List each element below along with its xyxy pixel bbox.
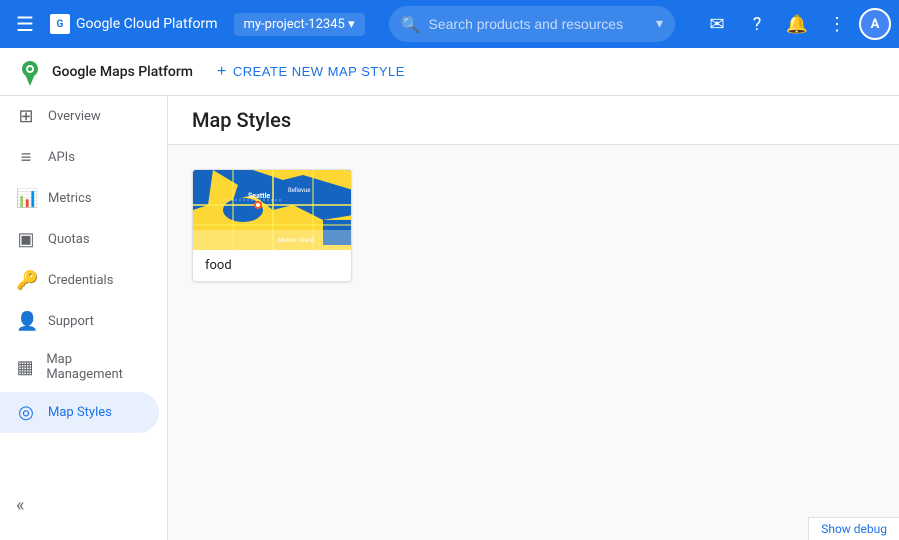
overview-icon: ⊞ — [16, 106, 36, 127]
debug-label: Show debug — [821, 522, 887, 536]
project-dropdown-icon: ▾ — [348, 17, 355, 32]
sidebar-label-metrics: Metrics — [48, 191, 92, 206]
sidebar-collapse-button[interactable]: « — [0, 487, 40, 524]
map-styles-icon: ◎ — [16, 402, 36, 423]
topbar-actions: ✉ ? 🔔 ⋮ A — [699, 6, 891, 42]
sidebar-item-map-styles[interactable]: ◎ Map Styles — [0, 392, 159, 433]
topbar: ☰ G Google Cloud Platform my-project-123… — [0, 0, 899, 48]
notifications-icon-button[interactable]: 🔔 — [779, 6, 815, 42]
map-card-label: food — [193, 250, 351, 281]
app-logo: G Google Cloud Platform — [50, 14, 218, 34]
sidebar-item-overview[interactable]: ⊞ Overview — [0, 96, 159, 137]
main-content: Map Styles — [168, 96, 899, 540]
quotas-icon: ▣ — [16, 229, 36, 250]
sidebar-item-metrics[interactable]: 📊 Metrics — [0, 178, 159, 219]
support-icon: 👤 — [16, 311, 36, 332]
email-icon-button[interactable]: ✉ — [699, 6, 735, 42]
map-management-icon: ▦ — [16, 357, 34, 378]
svg-text:Bellevue: Bellevue — [288, 187, 310, 194]
subheader: Google Maps Platform + CREATE NEW MAP ST… — [0, 48, 899, 96]
svg-text:Mercer Island: Mercer Island — [278, 237, 314, 244]
search-input[interactable] — [429, 16, 652, 32]
credentials-icon: 🔑 — [16, 270, 36, 291]
sidebar-item-quotas[interactable]: ▣ Quotas — [0, 219, 159, 260]
maps-logo-icon — [16, 58, 44, 86]
sidebar-label-quotas: Quotas — [48, 232, 90, 247]
page-header: Map Styles — [168, 96, 899, 145]
metrics-icon: 📊 — [16, 188, 36, 209]
map-styles-grid: Seattle Bellevue Mercer Island food — [168, 145, 899, 306]
menu-icon[interactable]: ☰ — [8, 4, 42, 44]
sidebar-label-apis: APIs — [48, 150, 75, 165]
more-options-icon-button[interactable]: ⋮ — [819, 6, 855, 42]
app-name-label: Google Cloud Platform — [76, 16, 218, 32]
maps-platform-label: Google Maps Platform — [52, 64, 193, 80]
collapse-icon: « — [16, 495, 24, 516]
sidebar-label-map-management: Map Management — [46, 352, 143, 382]
map-style-card-food[interactable]: Seattle Bellevue Mercer Island food — [192, 169, 352, 282]
sidebar-label-map-styles: Map Styles — [48, 405, 112, 420]
search-dropdown-icon: ▾ — [656, 16, 663, 32]
sidebar-label-overview: Overview — [48, 109, 101, 124]
map-thumbnail-svg: Seattle Bellevue Mercer Island — [193, 170, 352, 250]
sidebar-label-credentials: Credentials — [48, 273, 113, 288]
sidebar-item-apis[interactable]: ≡ APIs — [0, 137, 159, 178]
google-cloud-icon: G — [50, 14, 70, 34]
search-bar: 🔍 ▾ — [389, 6, 675, 42]
plus-icon: + — [217, 63, 227, 81]
sidebar-item-map-management[interactable]: ▦ Map Management — [0, 342, 159, 392]
create-map-style-button[interactable]: + CREATE NEW MAP STYLE — [205, 57, 417, 87]
apis-icon: ≡ — [16, 147, 36, 168]
search-icon: 🔍 — [401, 15, 421, 34]
sidebar-label-support: Support — [48, 314, 94, 329]
sidebar-item-credentials[interactable]: 🔑 Credentials — [0, 260, 159, 301]
debug-bar[interactable]: Show debug — [808, 517, 899, 540]
maps-platform-logo: Google Maps Platform — [16, 58, 193, 86]
svg-text:Seattle: Seattle — [248, 192, 270, 200]
sidebar-item-support[interactable]: 👤 Support — [0, 301, 159, 342]
map-card-thumbnail: Seattle Bellevue Mercer Island — [193, 170, 352, 250]
sidebar: ⊞ Overview ≡ APIs 📊 Metrics ▣ Quotas 🔑 C… — [0, 96, 168, 540]
user-avatar[interactable]: A — [859, 8, 891, 40]
page-title: Map Styles — [192, 108, 291, 132]
help-icon-button[interactable]: ? — [739, 6, 775, 42]
project-selector[interactable]: my-project-12345 ▾ — [234, 13, 365, 36]
